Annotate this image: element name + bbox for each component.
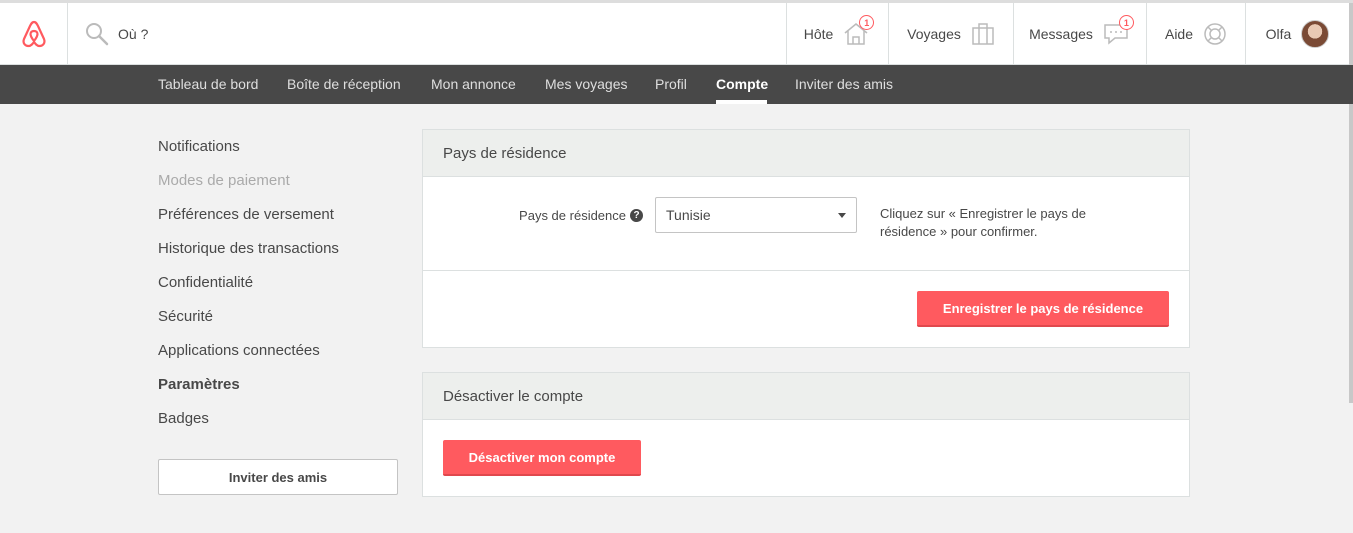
subnav-invite-friends[interactable]: Inviter des amis: [795, 65, 893, 104]
country-select[interactable]: Tunisie: [655, 197, 857, 233]
nav-trips[interactable]: Voyages: [888, 3, 1013, 65]
residence-panel-title: Pays de résidence: [423, 130, 1189, 177]
nav-host-label: Hôte: [803, 26, 834, 42]
scrollbar[interactable]: [1349, 3, 1353, 403]
suitcase-icon: [972, 23, 994, 45]
residence-form-row: Pays de résidence ? Tunisie Cliquez sur …: [423, 177, 1189, 271]
search-icon: [86, 23, 109, 46]
invite-friends-button[interactable]: Inviter des amis: [158, 459, 398, 495]
nav-host[interactable]: Hôte 1: [786, 3, 888, 65]
nav-messages[interactable]: Messages 1: [1013, 3, 1146, 65]
active-tab-indicator: [716, 100, 767, 104]
subnav-listing[interactable]: Mon annonce: [431, 65, 516, 104]
residence-field-label: Pays de résidence: [519, 208, 626, 223]
airbnb-logo[interactable]: [0, 3, 68, 65]
top-header: Où ? Hôte 1 Voyages Messages 1 Aide Olfa: [0, 0, 1353, 403]
sidebar-item-notifications[interactable]: Notifications: [158, 138, 240, 155]
chevron-down-icon: [838, 213, 846, 218]
subnav-profile[interactable]: Profil: [655, 65, 687, 104]
subnav-account[interactable]: Compte: [716, 65, 768, 104]
nav-user-menu[interactable]: Olfa: [1245, 3, 1349, 65]
sidebar-item-privacy[interactable]: Confidentialité: [158, 274, 253, 291]
deactivate-account-button[interactable]: Désactiver mon compte: [443, 440, 641, 476]
lifebuoy-icon: [1204, 23, 1226, 45]
host-notification-badge: 1: [859, 15, 875, 30]
search-input[interactable]: Où ?: [118, 26, 148, 42]
nav-trips-label: Voyages: [907, 26, 961, 42]
nav-help-label: Aide: [1164, 26, 1194, 42]
nav-user-name: Olfa: [1265, 26, 1292, 42]
nav-messages-label: Messages: [1029, 26, 1093, 42]
deactivate-panel-title: Désactiver le compte: [423, 373, 1189, 420]
help-icon[interactable]: ?: [630, 209, 643, 222]
sidebar-item-payment-methods[interactable]: Modes de paiement: [158, 172, 290, 189]
sub-navigation: Tableau de bord Boîte de réception Mon a…: [0, 65, 1353, 104]
sidebar-item-badges[interactable]: Badges: [158, 410, 209, 427]
sidebar-item-security[interactable]: Sécurité: [158, 308, 213, 325]
subnav-trips[interactable]: Mes voyages: [545, 65, 627, 104]
airbnb-logo-icon: [21, 20, 46, 48]
save-residence-button[interactable]: Enregistrer le pays de résidence: [917, 291, 1169, 327]
subnav-inbox[interactable]: Boîte de réception: [287, 65, 401, 104]
sidebar-item-payout-preferences[interactable]: Préférences de versement: [158, 206, 334, 223]
sidebar-item-settings[interactable]: Paramètres: [158, 376, 240, 393]
residence-hint: Cliquez sur « Enregistrer le pays de rés…: [880, 206, 1086, 239]
sidebar-item-connected-apps[interactable]: Applications connectées: [158, 342, 320, 359]
messages-notification-badge: 1: [1118, 15, 1134, 30]
subnav-dashboard[interactable]: Tableau de bord: [158, 65, 258, 104]
deactivate-panel: Désactiver le compte Désactiver mon comp…: [422, 372, 1190, 497]
avatar: [1301, 20, 1330, 48]
search-bar[interactable]: Où ?: [68, 3, 786, 65]
residence-panel: Pays de résidence Pays de résidence ? Tu…: [422, 129, 1190, 348]
nav-help[interactable]: Aide: [1146, 3, 1245, 65]
residence-field-label-group: Pays de résidence ?: [519, 208, 643, 223]
country-select-value: Tunisie: [666, 207, 711, 223]
sidebar-item-transaction-history[interactable]: Historique des transactions: [158, 240, 339, 257]
